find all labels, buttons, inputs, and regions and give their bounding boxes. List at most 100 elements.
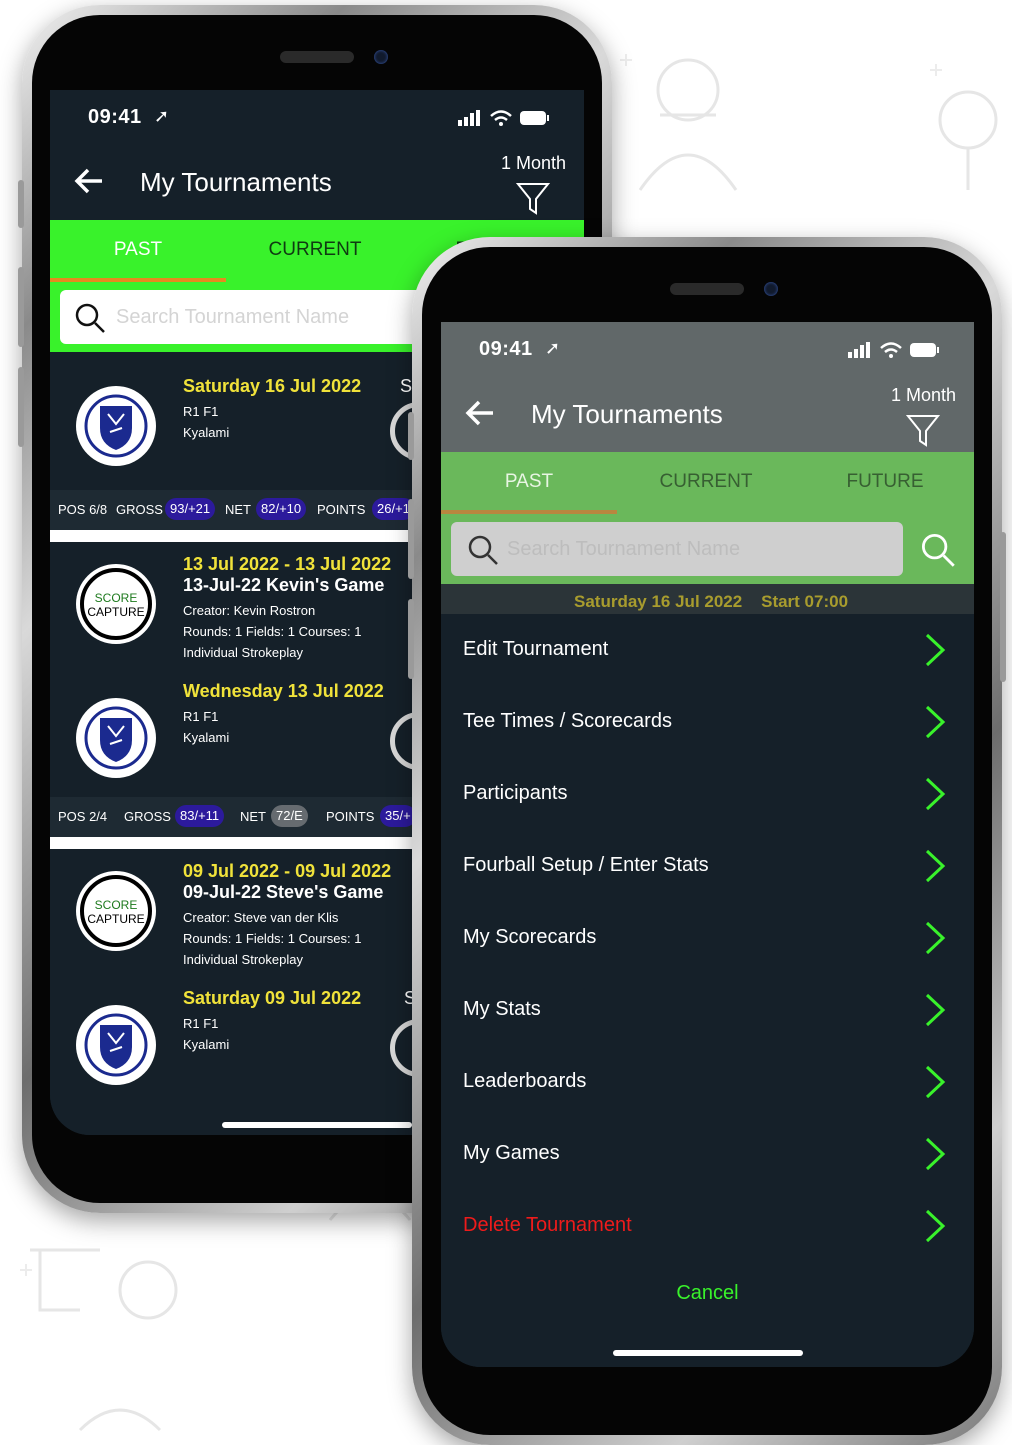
tournament-name: 13-Jul-22 Kevin's Game bbox=[183, 575, 385, 595]
chevron-right-icon bbox=[925, 921, 946, 955]
chevron-right-icon bbox=[925, 993, 946, 1027]
menu-label-danger: Delete Tournament bbox=[463, 1214, 632, 1236]
round-field: R1 F1 bbox=[183, 709, 219, 724]
points-label: POINTS bbox=[326, 809, 375, 824]
game-format: Individual Strokeplay bbox=[183, 645, 303, 660]
search-input[interactable]: Search Tournament Name bbox=[451, 522, 903, 576]
menu-participants[interactable]: Participants bbox=[441, 758, 974, 830]
back-arrow-icon[interactable] bbox=[72, 163, 108, 199]
creator: Creator: Steve van der Klis bbox=[183, 910, 339, 925]
tab-current[interactable]: CURRENT bbox=[226, 220, 404, 280]
menu-label: My Games bbox=[463, 1142, 560, 1164]
tournament-date: Saturday 09 Jul 2022 bbox=[183, 988, 362, 1008]
filter-period-label[interactable]: 1 Month bbox=[501, 153, 566, 174]
back-arrow-icon[interactable] bbox=[463, 395, 499, 431]
tab-current[interactable]: CURRENT bbox=[617, 452, 795, 512]
club-crest-logo bbox=[76, 1005, 156, 1085]
tournament-date: 09 Jul 2022 - 09 Jul 2022 bbox=[183, 861, 392, 881]
search-placeholder: Search Tournament Name bbox=[116, 306, 350, 328]
chevron-right-icon bbox=[925, 849, 946, 883]
status-bar: 09:41 ➚ bbox=[50, 90, 584, 145]
phone-front-screen: 09:41 ➚ My Tournaments 1 Month PAST CURR… bbox=[441, 322, 974, 1367]
search-icon bbox=[75, 303, 105, 333]
logo-text-capture: CAPTURE bbox=[87, 912, 144, 926]
volume-button bbox=[18, 267, 24, 347]
cancel-button[interactable]: Cancel bbox=[441, 1282, 974, 1305]
dimmed-list-peek: Saturday 16 Jul 2022 Start 07:00 bbox=[441, 584, 974, 614]
tab-past[interactable]: PAST bbox=[50, 220, 226, 280]
menu-my-stats[interactable]: My Stats bbox=[441, 974, 974, 1046]
filter-funnel-icon[interactable] bbox=[906, 413, 940, 447]
tournament-date: 13 Jul 2022 - 13 Jul 2022 bbox=[183, 554, 392, 574]
menu-tee-times-scorecards[interactable]: Tee Times / Scorecards bbox=[441, 686, 974, 758]
gross-score-pill: 83/+11 bbox=[175, 805, 225, 827]
tournament-date: Saturday 16 Jul 2022 bbox=[183, 376, 362, 396]
front-camera bbox=[764, 282, 778, 296]
rounds-meta: Rounds: 1 Fields: 1 Courses: 1 bbox=[183, 624, 362, 639]
gross-label: GROSS bbox=[124, 809, 171, 824]
app-header: My Tournaments 1 Month bbox=[441, 377, 974, 452]
menu-label: Participants bbox=[463, 782, 568, 804]
menu-label: My Scorecards bbox=[463, 926, 597, 948]
menu-my-scorecards[interactable]: My Scorecards bbox=[441, 902, 974, 974]
net-label: NET bbox=[240, 809, 266, 824]
status-time: 09:41 bbox=[88, 106, 142, 128]
status-system-icons bbox=[458, 110, 549, 126]
gross-score-pill: 93/+21 bbox=[165, 498, 216, 520]
peek-text: Saturday 16 Jul 2022 Start 07:00 bbox=[574, 592, 849, 611]
net-score-pill: 72/E bbox=[271, 805, 308, 827]
status-system-icons bbox=[848, 342, 939, 358]
menu-leaderboards[interactable]: Leaderboards bbox=[441, 1046, 974, 1118]
earpiece bbox=[670, 283, 744, 295]
front-camera bbox=[374, 50, 388, 64]
power-button bbox=[1000, 532, 1006, 682]
logo-text-score: SCORE bbox=[95, 591, 138, 605]
status-bar: 09:41 ➚ bbox=[441, 322, 974, 377]
round-field: R1 F1 bbox=[183, 1016, 219, 1031]
net-score-pill: 82/+10 bbox=[256, 498, 307, 520]
app-header: My Tournaments 1 Month bbox=[50, 145, 584, 220]
page-title: My Tournaments bbox=[531, 399, 723, 429]
course-name: Kyalami bbox=[183, 730, 230, 745]
tab-past[interactable]: PAST bbox=[441, 452, 617, 512]
menu-my-games[interactable]: My Games bbox=[441, 1118, 974, 1190]
score-capture-logo: SCORE CAPTURE bbox=[76, 564, 156, 644]
chevron-right-icon bbox=[925, 1209, 946, 1243]
action-sheet: Edit Tournament Tee Times / Scorecards P… bbox=[441, 614, 974, 1367]
menu-label: Tee Times / Scorecards bbox=[463, 710, 672, 732]
volume-button bbox=[408, 499, 414, 579]
position: POS 2/4 bbox=[58, 809, 108, 824]
menu-delete-tournament[interactable]: Delete Tournament bbox=[441, 1190, 974, 1262]
menu-fourball-setup[interactable]: Fourball Setup / Enter Stats bbox=[441, 830, 974, 902]
points-label: POINTS bbox=[317, 502, 366, 517]
menu-label: Edit Tournament bbox=[463, 638, 609, 660]
tab-bar: PAST CURRENT FUTURE bbox=[441, 452, 974, 514]
chevron-right-icon bbox=[925, 1065, 946, 1099]
chevron-right-icon bbox=[925, 633, 946, 667]
volume-button bbox=[408, 412, 414, 460]
page-title: My Tournaments bbox=[140, 167, 332, 197]
tab-future[interactable]: FUTURE bbox=[795, 452, 974, 512]
round-field: R1 F1 bbox=[183, 404, 219, 419]
volume-button bbox=[18, 367, 24, 447]
course-name: Kyalami bbox=[183, 1037, 230, 1052]
home-indicator bbox=[613, 1350, 803, 1356]
search-icon bbox=[468, 535, 498, 565]
search-submit-icon[interactable] bbox=[920, 532, 956, 568]
club-crest-logo bbox=[76, 698, 156, 778]
chevron-right-icon bbox=[925, 777, 946, 811]
search-band: Search Tournament Name bbox=[441, 514, 974, 584]
points-pill: 35/+ bbox=[380, 805, 416, 827]
filter-funnel-icon[interactable] bbox=[516, 181, 550, 215]
score-capture-logo: SCORE CAPTURE bbox=[76, 871, 156, 951]
club-crest-logo bbox=[76, 386, 156, 466]
course-name: Kyalami bbox=[183, 425, 230, 440]
status-time: 09:41 bbox=[479, 338, 533, 360]
location-arrow-icon: ➚ bbox=[545, 338, 561, 358]
filter-period-label[interactable]: 1 Month bbox=[891, 385, 956, 406]
logo-text-capture: CAPTURE bbox=[87, 605, 144, 619]
net-label: NET bbox=[225, 502, 251, 517]
chevron-right-icon bbox=[925, 1137, 946, 1171]
chevron-right-icon bbox=[925, 705, 946, 739]
menu-edit-tournament[interactable]: Edit Tournament bbox=[441, 614, 974, 686]
